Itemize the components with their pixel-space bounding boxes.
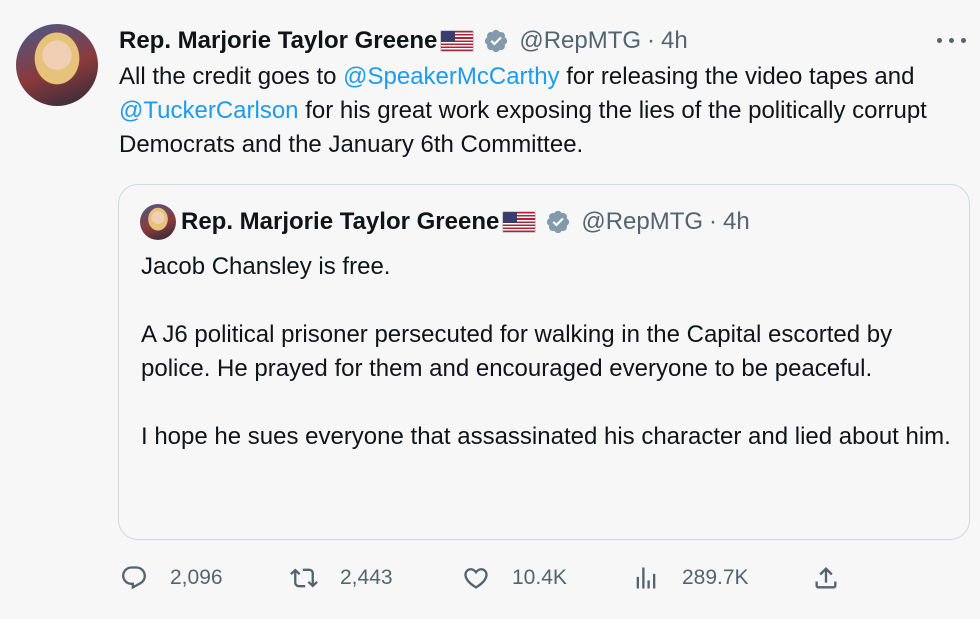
tweet-text-part: for releasing the video tapes and — [559, 63, 915, 90]
tweet-time[interactable]: 4h — [661, 27, 688, 55]
like-button[interactable]: 10.4K — [462, 560, 567, 596]
quoted-paragraph: I hope he sues everyone that assassinate… — [141, 423, 951, 450]
tweet-text-part: All the credit goes to — [119, 63, 344, 90]
reply-button[interactable]: 2,096 — [120, 560, 223, 596]
author-name[interactable]: Rep. Marjorie Taylor Greene — [119, 27, 437, 55]
like-count: 10.4K — [512, 566, 567, 589]
views-button[interactable]: 289.7K — [632, 560, 749, 596]
us-flag-icon — [502, 211, 537, 233]
share-button[interactable] — [812, 560, 840, 596]
view-count: 289.7K — [682, 566, 749, 589]
author-handle[interactable]: @RepMTG — [519, 27, 641, 55]
separator-dot: · — [709, 208, 718, 235]
quoted-author-avatar[interactable] — [140, 204, 176, 240]
retweet-button[interactable]: 2,443 — [290, 560, 393, 596]
more-options-icon[interactable] — [934, 28, 970, 52]
mention-link[interactable]: @TuckerCarlson — [119, 97, 299, 124]
quoted-tweet-time[interactable]: 4h — [723, 208, 750, 236]
separator-dot: · — [647, 27, 656, 54]
heart-icon — [464, 568, 488, 589]
us-flag-icon — [440, 30, 475, 52]
verified-badge-icon — [547, 210, 570, 234]
retweet-count: 2,443 — [340, 566, 393, 589]
reply-icon — [122, 566, 146, 590]
quoted-tweet-header: Rep. Marjorie Taylor Greene @RepMTG · 4h — [181, 205, 750, 239]
retweet-icon — [290, 568, 318, 588]
quoted-author-name[interactable]: Rep. Marjorie Taylor Greene — [181, 208, 499, 236]
quoted-author-handle[interactable]: @RepMTG — [581, 208, 703, 236]
verified-badge-icon — [485, 29, 508, 53]
mention-link[interactable]: @SpeakerMcCarthy — [343, 63, 559, 90]
share-icon — [815, 567, 837, 589]
author-avatar[interactable] — [16, 24, 98, 106]
views-chart-icon — [636, 567, 656, 589]
quoted-paragraph: A J6 political prisoner persecuted for w… — [141, 321, 893, 382]
tweet-text: All the credit goes to @SpeakerMcCarthy … — [119, 60, 979, 162]
quoted-tweet-text: Jacob Chansley is free. A J6 political p… — [141, 250, 961, 454]
quoted-paragraph: Jacob Chansley is free. — [141, 253, 391, 280]
reply-count: 2,096 — [170, 566, 223, 589]
tweet-header: Rep. Marjorie Taylor Greene @RepMTG · 4h — [119, 24, 688, 58]
